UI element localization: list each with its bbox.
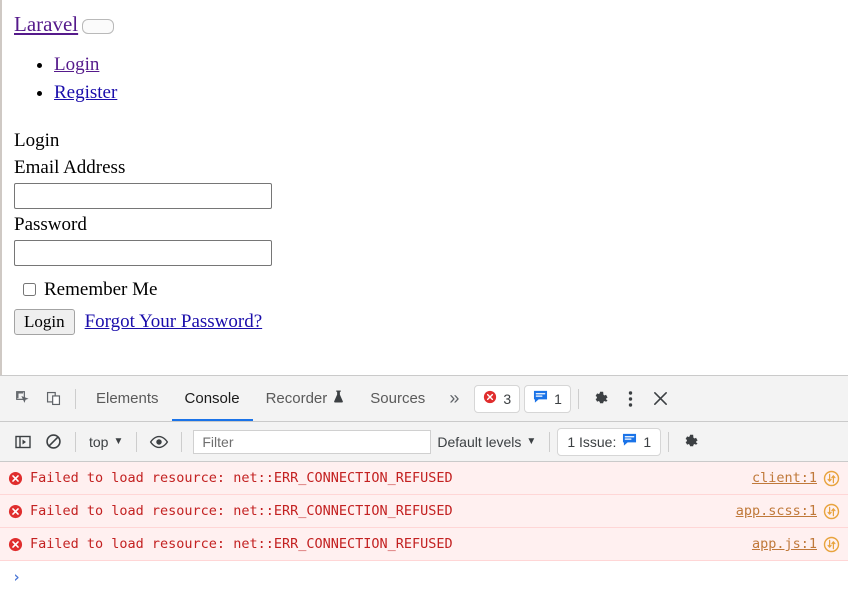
remember-me-row: Remember Me bbox=[14, 280, 840, 299]
issues-count: 1 bbox=[643, 433, 652, 450]
tab-console[interactable]: Console bbox=[171, 376, 253, 421]
device-toolbar-icon[interactable] bbox=[38, 384, 68, 414]
devtools-tabbar: Elements Console Recorder Sources » 3 1 bbox=[0, 376, 848, 422]
toolbar-divider bbox=[75, 388, 76, 409]
list-item: Login bbox=[54, 51, 840, 79]
toolbar-divider bbox=[136, 431, 138, 452]
issues-button[interactable]: 1 Issue: 1 bbox=[557, 427, 662, 456]
console-error-row[interactable]: Failed to load resource: net::ERR_CONNEC… bbox=[0, 462, 848, 495]
execution-context-select[interactable]: top ▼ bbox=[83, 429, 129, 455]
network-request-icon[interactable] bbox=[823, 536, 840, 553]
nav-link-register[interactable]: Register bbox=[54, 82, 117, 103]
brand-link-laravel[interactable]: Laravel bbox=[14, 12, 78, 37]
console-settings-icon[interactable] bbox=[676, 427, 706, 457]
navbar-links-list: Login Register bbox=[14, 51, 840, 106]
toolbar-divider bbox=[668, 431, 670, 452]
password-field[interactable] bbox=[14, 239, 272, 266]
network-request-icon[interactable] bbox=[823, 470, 840, 487]
console-error-row[interactable]: Failed to load resource: net::ERR_CONNEC… bbox=[0, 495, 848, 528]
toolbar-divider bbox=[549, 431, 551, 452]
console-source-link[interactable]: app.scss:1 bbox=[736, 503, 817, 519]
login-submit-button[interactable]: Login bbox=[14, 308, 75, 335]
console-error-row[interactable]: Failed to load resource: net::ERR_CONNEC… bbox=[0, 528, 848, 561]
email-field[interactable] bbox=[14, 183, 272, 210]
login-card-heading: Login bbox=[14, 130, 60, 152]
console-source-link[interactable]: app.js:1 bbox=[752, 536, 817, 552]
toolbar-divider bbox=[577, 388, 579, 409]
console-error-text: Failed to load resource: net::ERR_CONNEC… bbox=[30, 503, 453, 519]
message-count-label: 1 bbox=[554, 390, 562, 407]
flask-icon bbox=[333, 376, 344, 421]
submit-row: Login Forgot Your Password? bbox=[14, 308, 840, 335]
chevron-down-icon: ▼ bbox=[113, 436, 124, 447]
nav-link-login[interactable]: Login bbox=[54, 54, 99, 75]
error-circle-icon bbox=[8, 504, 30, 519]
tab-recorder-label: Recorder bbox=[265, 390, 328, 407]
console-filter-input[interactable] bbox=[193, 429, 432, 454]
prompt-chevron-icon: › bbox=[12, 568, 22, 586]
console-prompt-row[interactable]: › bbox=[0, 561, 848, 593]
error-count-badge[interactable]: 3 bbox=[474, 384, 521, 413]
console-source-link[interactable]: client:1 bbox=[752, 470, 817, 486]
issues-label: 1 Issue: bbox=[567, 433, 617, 450]
devtools-panel: Elements Console Recorder Sources » 3 1 … bbox=[0, 375, 848, 600]
execution-context-label: top bbox=[89, 433, 109, 450]
console-error-text: Failed to load resource: net::ERR_CONNEC… bbox=[30, 536, 453, 552]
remember-me-label: Remember Me bbox=[44, 278, 158, 300]
close-icon[interactable] bbox=[646, 384, 676, 414]
issue-bubble-icon bbox=[622, 433, 637, 450]
gear-icon[interactable] bbox=[586, 384, 616, 414]
live-expression-icon[interactable] bbox=[144, 427, 174, 457]
more-tabs-chevron-icon[interactable]: » bbox=[438, 388, 470, 409]
error-circle-icon bbox=[8, 471, 30, 486]
console-sidebar-icon[interactable] bbox=[8, 427, 38, 457]
remember-me-checkbox[interactable] bbox=[23, 282, 36, 296]
network-request-icon[interactable] bbox=[823, 503, 840, 520]
error-count-label: 3 bbox=[503, 390, 512, 407]
navbar-brand-row: Laravel bbox=[14, 12, 840, 37]
email-label: Email Address bbox=[14, 157, 126, 179]
message-count-badge[interactable]: 1 bbox=[524, 384, 571, 413]
toolbar-divider bbox=[75, 431, 76, 452]
console-toolbar: top ▼ Default levels ▼ 1 Issue: bbox=[0, 422, 848, 462]
clear-console-icon[interactable] bbox=[38, 427, 68, 457]
error-circle-icon bbox=[8, 537, 30, 552]
forgot-password-link[interactable]: Forgot Your Password? bbox=[85, 311, 263, 333]
message-bubble-icon bbox=[533, 390, 548, 407]
navbar-toggler-button[interactable] bbox=[82, 19, 115, 35]
console-error-text: Failed to load resource: net::ERR_CONNEC… bbox=[30, 470, 453, 486]
console-message-list: Failed to load resource: net::ERR_CONNEC… bbox=[0, 462, 848, 600]
tab-recorder[interactable]: Recorder bbox=[253, 376, 358, 421]
log-levels-select[interactable]: Default levels ▼ bbox=[431, 429, 542, 455]
error-circle-icon bbox=[483, 390, 497, 407]
chevron-down-icon: ▼ bbox=[526, 436, 537, 447]
password-label: Password bbox=[14, 214, 87, 236]
log-levels-label: Default levels bbox=[437, 433, 522, 450]
toolbar-divider bbox=[181, 431, 183, 452]
tab-elements[interactable]: Elements bbox=[83, 376, 172, 421]
rendered-page: Laravel Login Register Login Email Addre… bbox=[0, 0, 848, 375]
kebab-menu-icon[interactable] bbox=[616, 384, 646, 414]
inspect-element-icon[interactable] bbox=[8, 384, 38, 414]
tab-sources[interactable]: Sources bbox=[357, 376, 438, 421]
list-item: Register bbox=[54, 79, 840, 107]
